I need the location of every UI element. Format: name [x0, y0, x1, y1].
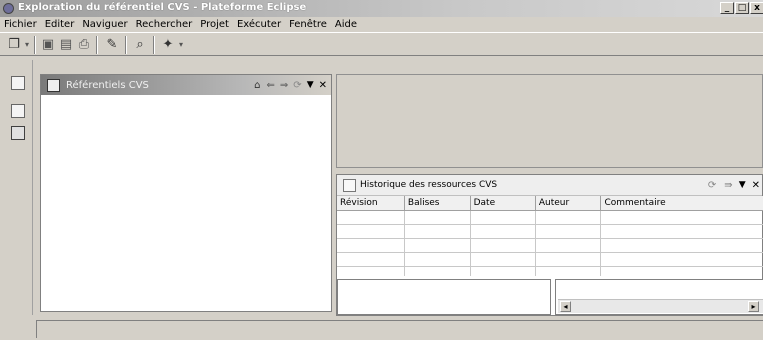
save-icon[interactable]: ▣	[40, 37, 56, 53]
menu-rechercher[interactable]: Rechercher	[136, 19, 193, 30]
menu-fenetre[interactable]: Fenêtre	[289, 19, 327, 30]
menu-executer[interactable]: Exécuter	[237, 19, 281, 30]
refresh-icon[interactable]: ⟳	[293, 80, 301, 91]
title-bar: Exploration du référentiel CVS - Platefo…	[0, 0, 763, 17]
menu-fichier[interactable]: Fichier	[4, 19, 37, 30]
column-header-date[interactable]: Date	[470, 196, 536, 211]
view-title: Référentiels CVS	[66, 79, 149, 91]
table-row[interactable]	[337, 238, 763, 253]
tags-panel[interactable]	[337, 279, 551, 315]
toolbar-separator	[153, 36, 155, 54]
edit-icon[interactable]: ✎	[104, 37, 120, 53]
status-bar	[36, 320, 763, 338]
view-title-bar: Historique des ressources CVS ⟳ ⇛ ▼ ✕	[337, 175, 762, 196]
menu-naviguer[interactable]: Naviguer	[82, 19, 127, 30]
column-header-comment[interactable]: Commentaire	[600, 196, 763, 211]
back-icon[interactable]: ⇐	[267, 80, 275, 91]
dropdown-icon[interactable]: ▾	[22, 37, 32, 53]
new-wizard-icon[interactable]: ❐	[6, 37, 22, 53]
table-row[interactable]	[337, 266, 763, 276]
cvs-repositories-view: Référentiels CVS ⌂ ⇐ ⇒ ⟳ ▼ ✕	[40, 74, 332, 312]
eclipse-icon	[3, 3, 14, 14]
toolbar-separator	[96, 36, 98, 54]
scroll-left-icon[interactable]: ◂	[560, 301, 571, 312]
view-title-bar: Référentiels CVS ⌂ ⇐ ⇒ ⟳ ▼ ✕	[41, 75, 331, 95]
menu-bar: Fichier Editer Naviguer Rechercher Proje…	[0, 17, 763, 32]
history-table-container: Révision Balises Date Auteur Commentaire	[337, 196, 763, 276]
history-icon	[343, 178, 356, 192]
column-header-tags[interactable]: Balises	[404, 196, 471, 211]
toolbar-separator	[125, 36, 127, 54]
horizontal-scrollbar[interactable]: ◂ ▸	[558, 299, 763, 313]
view-menu-icon[interactable]: ▼	[739, 180, 746, 190]
search-icon[interactable]: ⌕	[132, 37, 148, 53]
close-view-icon[interactable]: ✕	[752, 180, 760, 191]
view-menu-icon[interactable]: ▼	[307, 80, 314, 90]
window-title: Exploration du référentiel CVS - Platefo…	[18, 2, 307, 13]
cvs-perspective-icon[interactable]	[11, 126, 25, 140]
table-row[interactable]	[337, 210, 763, 225]
refresh-icon[interactable]: ⟳	[708, 180, 716, 191]
open-perspective-icon[interactable]	[11, 76, 25, 90]
close-button[interactable]: x	[750, 2, 763, 14]
menu-projet[interactable]: Projet	[200, 19, 229, 30]
column-header-author[interactable]: Auteur	[535, 196, 602, 211]
toolbar: ❐ ▾ ▣ ▤ ⎙ ✎ ⌕ ✦ ▾	[0, 32, 763, 56]
print-icon[interactable]: ⎙	[76, 37, 92, 53]
maximize-button[interactable]: □	[735, 2, 749, 14]
editor-area	[336, 74, 763, 168]
link-editor-icon[interactable]: ⇛	[724, 180, 732, 191]
resource-perspective-icon[interactable]	[11, 104, 25, 118]
table-row[interactable]	[337, 252, 763, 267]
view-title: Historique des ressources CVS	[360, 180, 498, 190]
menu-editer[interactable]: Editer	[45, 19, 75, 30]
comment-panel[interactable]: ◂ ▸	[555, 279, 763, 315]
forward-icon[interactable]: ⇒	[280, 80, 288, 91]
column-header-revision[interactable]: Révision	[337, 196, 405, 211]
cvs-repository-icon	[47, 78, 60, 92]
dropdown-icon[interactable]: ▾	[176, 37, 186, 53]
menu-aide[interactable]: Aide	[335, 19, 357, 30]
add-repository-icon[interactable]: ⌂	[254, 80, 260, 91]
close-view-icon[interactable]: ✕	[319, 80, 327, 91]
run-icon[interactable]: ✦	[160, 37, 176, 53]
toolbar-separator	[34, 36, 36, 54]
scroll-right-icon[interactable]: ▸	[748, 301, 759, 312]
cvs-history-view: Historique des ressources CVS ⟳ ⇛ ▼ ✕ Ré…	[336, 174, 763, 316]
history-table: Révision Balises Date Auteur Commentaire	[337, 196, 763, 276]
perspective-shortcut-bar	[3, 60, 33, 315]
save-all-icon[interactable]: ▤	[58, 37, 74, 53]
minimize-button[interactable]: _	[720, 2, 734, 14]
table-row[interactable]	[337, 224, 763, 239]
